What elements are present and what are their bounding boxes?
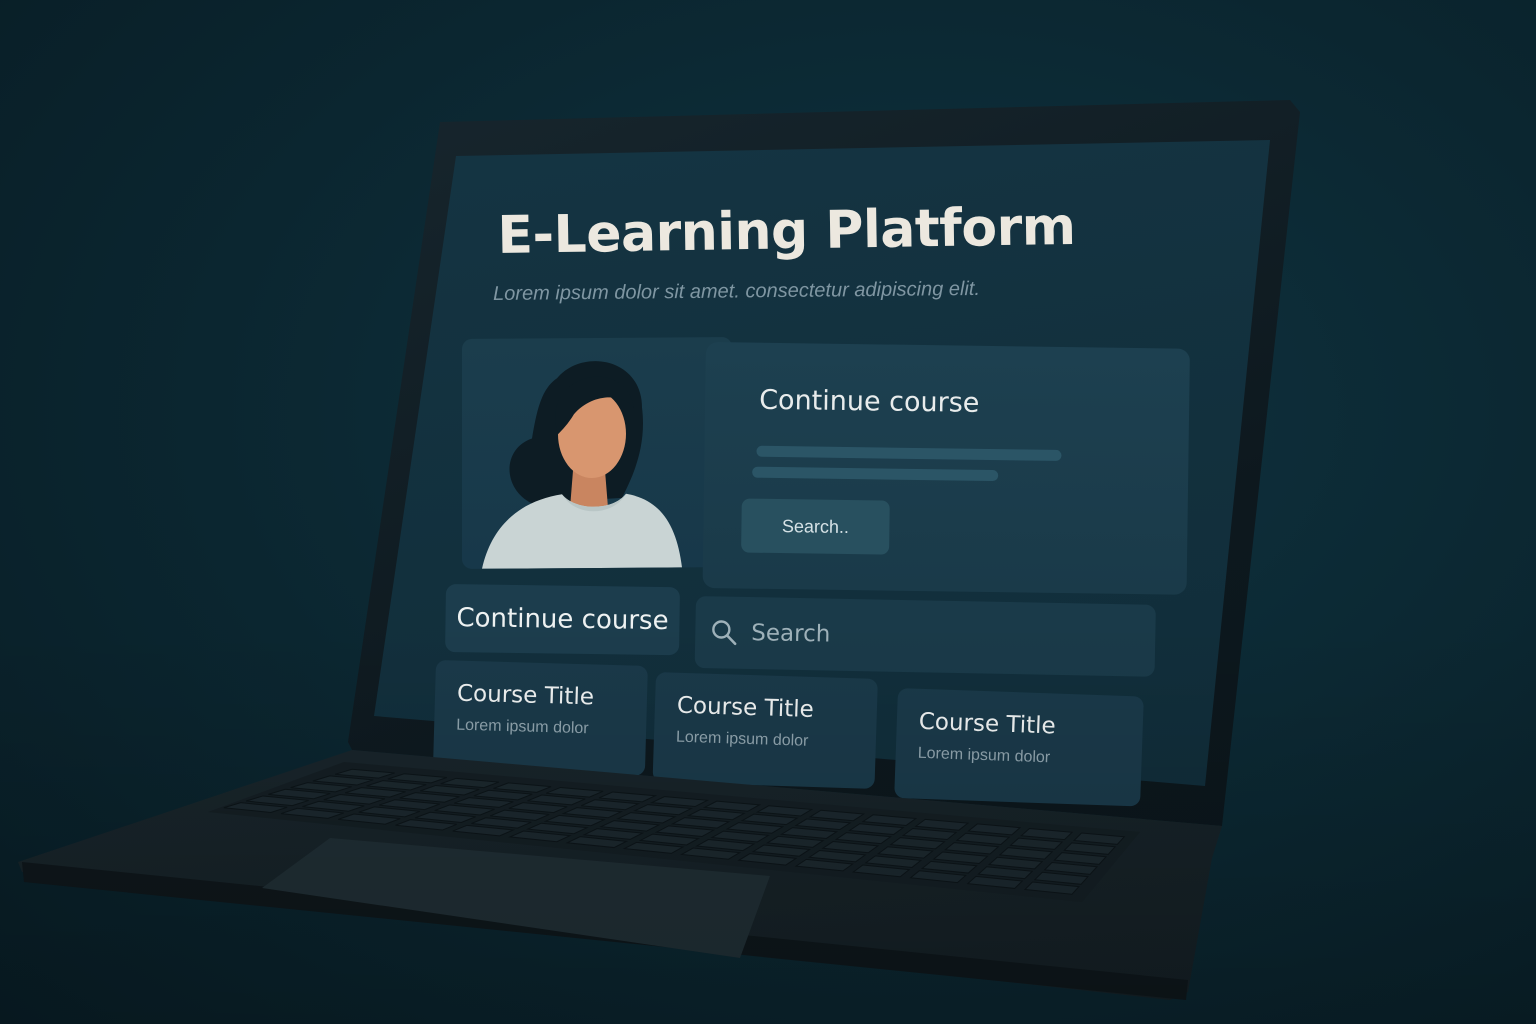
- keyboard-key: [493, 782, 552, 793]
- keyboard-key: [876, 846, 934, 859]
- keyboard-key: [821, 841, 880, 854]
- keyboard-key: [944, 842, 1000, 855]
- keyboard-key: [725, 822, 785, 834]
- keyboard-key: [794, 818, 852, 831]
- keyboard-key: [914, 818, 970, 831]
- scene: E-Learning Platform Lorem ipsum dolor si…: [0, 0, 1536, 1024]
- keyboard-key: [966, 875, 1024, 889]
- keyboard-key: [1063, 842, 1117, 855]
- keyboard-key: [932, 851, 989, 865]
- keyboard-key: [1043, 861, 1099, 875]
- keyboard-key: [808, 809, 866, 822]
- keyboard-key: [901, 827, 958, 841]
- keyboard-key: [633, 804, 693, 816]
- keyboard-key: [987, 856, 1044, 870]
- keyboard-key: [780, 827, 839, 839]
- keyboard-key: [1023, 881, 1080, 895]
- keyboard-key: [702, 800, 762, 812]
- keyboard-key: [546, 786, 604, 798]
- keyboard-key: [861, 814, 918, 826]
- keyboard-key: [998, 847, 1054, 860]
- keyboard-key: [1053, 852, 1108, 865]
- keyboard-key: [1033, 871, 1089, 885]
- keyboard-key: [848, 823, 905, 836]
- keyboard-key: [889, 837, 946, 850]
- keyboard-key: [977, 866, 1034, 880]
- keyboard-key: [686, 808, 746, 821]
- keyboard-key: [1009, 837, 1064, 850]
- keyboard-key: [909, 870, 967, 884]
- keyboard-key: [598, 791, 658, 803]
- keyboard-key: [967, 823, 1022, 836]
- keyboard-keys: [223, 768, 1126, 895]
- keyboard-key: [649, 796, 710, 808]
- keyboard-key: [955, 832, 1011, 845]
- keyboard-key: [1072, 832, 1126, 845]
- keyboard-key: [740, 813, 799, 826]
- keyboard-key: [834, 832, 892, 845]
- keyboard-key: [755, 805, 814, 817]
- keyboard-key: [1020, 827, 1074, 841]
